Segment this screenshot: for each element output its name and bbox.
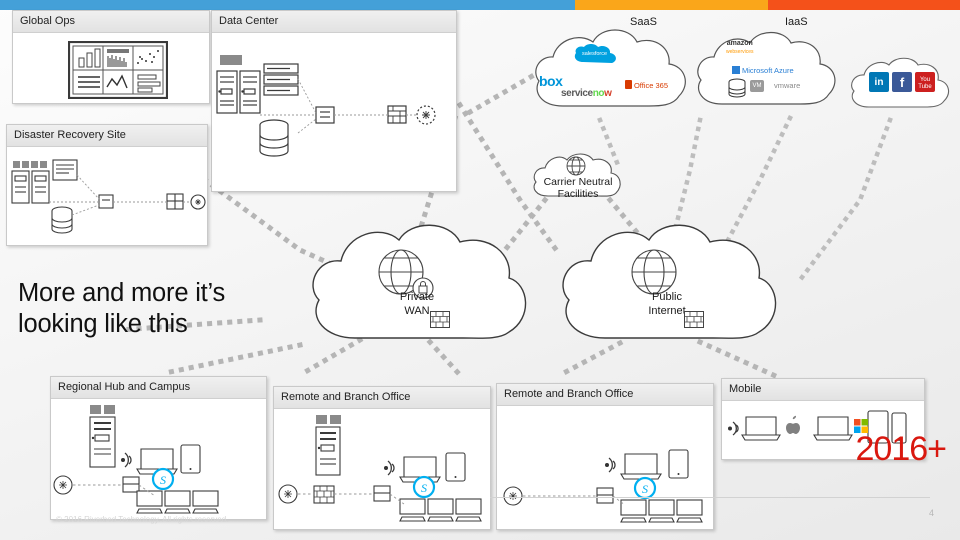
apple-logo [786, 415, 800, 434]
topbar-segment-amber [575, 0, 768, 10]
logo-vm-badge: VM [750, 80, 764, 92]
logo-youtube: You Tube [915, 72, 935, 92]
cloud-shape-saas [535, 29, 686, 107]
panel-title-global-ops: Global Ops [13, 11, 209, 33]
copyright-watermark: © 2016 Riverbed Technology. All rights r… [56, 515, 229, 524]
firewall-icon-public-internet [684, 311, 704, 328]
regional-hub-topology: S [53, 405, 219, 514]
cloud-iaas[interactable]: amazon webservices Microsoft Azure vmwar… [688, 26, 848, 110]
topbar-segment-blue [0, 0, 575, 10]
panel-remote-branch-2[interactable]: Remote and Branch Office S [496, 383, 714, 530]
panel-body-remote-branch-2: S [497, 406, 713, 529]
logo-microsoft-azure: Microsoft Azure [732, 66, 794, 76]
cloud-shape-private-wan [312, 224, 527, 339]
svg-text:S: S [160, 473, 166, 487]
skype-icon: S [412, 475, 436, 499]
svg-text:S: S [642, 482, 648, 496]
logo-vmware: vmware [774, 81, 801, 90]
dashboard-icon [68, 41, 168, 99]
firewall-icon-private-wan [430, 311, 450, 328]
cloud-carrier-neutral[interactable]: Carrier Neutral Facilities [528, 152, 628, 200]
panel-body-regional-hub: S © 2016 Riverbed Technology. All rights… [51, 399, 266, 524]
panel-title-disaster-recovery: Disaster Recovery Site [7, 125, 207, 147]
logo-salesforce: salesforce [573, 44, 621, 66]
year-stamp: 2016+ [855, 430, 947, 468]
logo-office-365: Office 365 [625, 80, 668, 91]
top-color-bar [0, 0, 960, 10]
footer-divider [490, 497, 930, 498]
remote-branch-topology-1: S [278, 415, 482, 522]
panel-disaster-recovery[interactable]: Disaster Recovery Site [6, 124, 208, 246]
panel-body-data-center [212, 33, 456, 191]
cloud-label-iaas: IaaS [785, 16, 808, 28]
panel-title-remote-branch-2: Remote and Branch Office [497, 384, 713, 406]
remote-branch-topology-2: S [503, 449, 703, 523]
cloud-label-private-wan: Private WAN [399, 291, 435, 317]
panel-title-regional-hub: Regional Hub and Campus [51, 377, 266, 399]
logo-linkedin: in [869, 72, 889, 92]
logo-facebook: f [892, 72, 912, 92]
logo-servicenow: servicenow [561, 88, 612, 99]
panel-title-data-center: Data Center [212, 11, 456, 33]
slide-canvas: .dt{stroke:#b5b5b5;stroke-width:5;stroke… [0, 0, 960, 540]
panel-global-ops[interactable]: Global Ops [12, 10, 210, 104]
panel-title-remote-branch-1: Remote and Branch Office [274, 387, 490, 409]
panel-regional-hub[interactable]: Regional Hub and Campus S © 2016 Riverbe… [50, 376, 267, 524]
cloud-label-public-internet: Public Internet [648, 291, 686, 317]
cloud-label-carrier-neutral: Carrier Neutral Facilities [543, 176, 613, 200]
cloud-label-saas: SaaS [630, 16, 657, 28]
panel-data-center[interactable]: Data Center [211, 10, 457, 192]
panel-body-disaster-recovery [7, 147, 207, 245]
cloud-saas[interactable]: salesforce box Office 365 servicenow [525, 22, 700, 112]
skype-icon: S [633, 476, 657, 500]
cloud-shape-public-internet [562, 224, 777, 339]
logo-amazon-web-services: amazon webservices [726, 40, 754, 55]
page-title: More and more it’s looking like this [18, 279, 226, 338]
panel-body-remote-branch-1: S [274, 409, 490, 529]
topbar-segment-red [768, 0, 960, 10]
svg-text:S: S [421, 481, 427, 495]
data-center-topology [216, 55, 436, 157]
cloud-social[interactable]: in f You Tube [845, 55, 955, 111]
panel-title-mobile: Mobile [722, 379, 924, 401]
panel-remote-branch-1[interactable]: Remote and Branch Office S [273, 386, 491, 530]
dr-topology [11, 159, 206, 234]
storage-icon [728, 78, 746, 98]
cloud-public-internet[interactable]: Public Internet [553, 218, 781, 344]
panel-body-global-ops [13, 33, 209, 103]
page-number: 4 [928, 508, 934, 518]
skype-icon: S [151, 467, 175, 491]
logo-box: box [539, 73, 563, 89]
cloud-private-wan[interactable]: Private WAN [303, 218, 531, 344]
